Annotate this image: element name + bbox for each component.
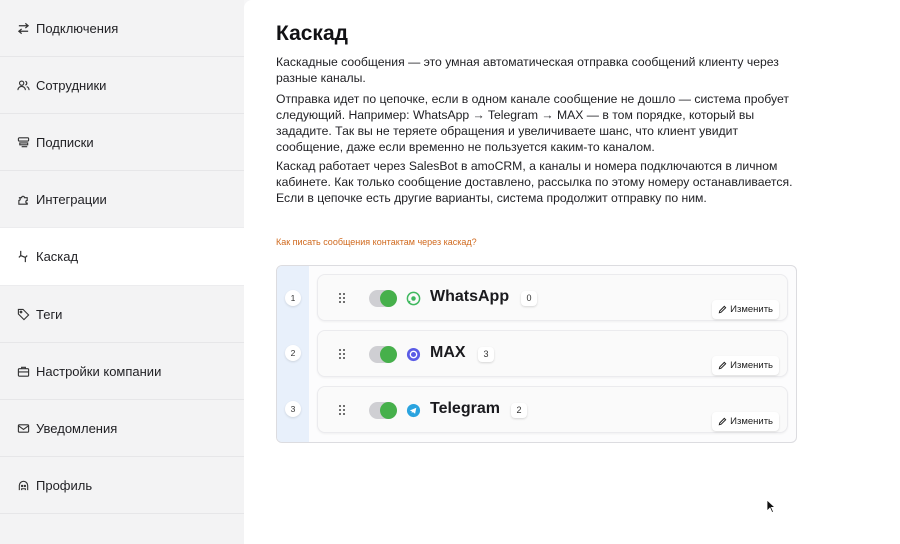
drag-handle-icon[interactable]: [337, 347, 347, 361]
cascade-icon: [16, 250, 30, 264]
channel-name: WhatsApp: [430, 288, 510, 305]
intro-paragraph: Каскадные сообщения — это умная автомати…: [276, 55, 779, 85]
sidebar-item-tags[interactable]: Теги: [0, 286, 244, 343]
channel-card-telegram: Telegram 2 Изменить: [317, 386, 788, 433]
sidebar-item-label: Сотрудники: [36, 77, 107, 93]
channel-toggle[interactable]: [369, 290, 397, 307]
sidebar-item-label: Уведомления: [36, 420, 118, 436]
profile-icon: [16, 478, 30, 492]
channel-card-max: MAX 3 Изменить: [317, 330, 788, 377]
mail-icon: [16, 421, 30, 435]
sidebar-item-profile[interactable]: Профиль: [0, 457, 244, 514]
stack-icon: [16, 135, 30, 149]
channel-name: MAX: [430, 344, 466, 361]
channel-name: Telegram: [430, 400, 500, 417]
sidebar-item-label: Интеграции: [36, 191, 107, 207]
channel-count: 2: [511, 403, 527, 418]
puzzle-icon: [16, 192, 30, 206]
whatsapp-icon: [406, 291, 421, 306]
sidebar-item-company-settings[interactable]: Настройки компании: [0, 343, 244, 400]
position-badge: 3: [285, 401, 301, 417]
sidebar-item-label: Настройки компании: [36, 363, 162, 379]
max-icon: [406, 347, 421, 362]
sidebar-item-cascade[interactable]: Каскад: [0, 228, 244, 285]
sidebar-item-connections[interactable]: Подключения: [0, 0, 244, 57]
mouse-cursor-icon: [766, 499, 776, 514]
salesbot-paragraph: Каскад работает через SalesBot в amoCRM,…: [276, 159, 793, 205]
tag-icon: [16, 307, 30, 321]
edit-button[interactable]: Изменить: [712, 356, 779, 375]
sidebar-item-label: Подключения: [36, 20, 119, 36]
main-panel: Каскад Каскадные сообщения — это умная а…: [244, 0, 900, 544]
page-title: Каскад: [276, 22, 348, 45]
drag-handle-icon[interactable]: [337, 403, 347, 417]
sidebar-item-integrations[interactable]: Интеграции: [0, 171, 244, 228]
channel-count: 0: [521, 291, 537, 306]
chain-paragraph: Отправка идет по цепочке, если в одном к…: [276, 92, 789, 154]
channel-toggle[interactable]: [369, 346, 397, 363]
cascade-list: 1 WhatsApp 0 Изменить 2 MAX 3 Изменить 3…: [276, 265, 797, 443]
sidebar-item-label: Профиль: [36, 477, 93, 493]
sidebar-item-subscriptions[interactable]: Подписки: [0, 114, 244, 171]
channel-card-whatsapp: WhatsApp 0 Изменить: [317, 274, 788, 321]
sidebar-item-label: Подписки: [36, 134, 94, 150]
edit-button[interactable]: Изменить: [712, 300, 779, 319]
help-link[interactable]: Как писать сообщения контактам через кас…: [276, 237, 477, 247]
position-badge: 2: [285, 345, 301, 361]
sidebar-item-label: Теги: [36, 306, 63, 322]
drag-handle-icon[interactable]: [337, 291, 347, 305]
sidebar-item-label: Каскад: [36, 249, 79, 264]
telegram-icon: [406, 403, 421, 418]
channel-toggle[interactable]: [369, 402, 397, 419]
users-icon: [16, 78, 30, 92]
briefcase-icon: [16, 364, 30, 378]
channel-count: 3: [478, 347, 494, 362]
sidebar-item-employees[interactable]: Сотрудники: [0, 57, 244, 114]
sidebar-item-notifications[interactable]: Уведомления: [0, 400, 244, 457]
edit-button[interactable]: Изменить: [712, 412, 779, 431]
sidebar: Подключения Сотрудники Подписки Интеграц…: [0, 0, 244, 544]
position-badge: 1: [285, 290, 301, 306]
arrows-swap-icon: [16, 21, 30, 35]
